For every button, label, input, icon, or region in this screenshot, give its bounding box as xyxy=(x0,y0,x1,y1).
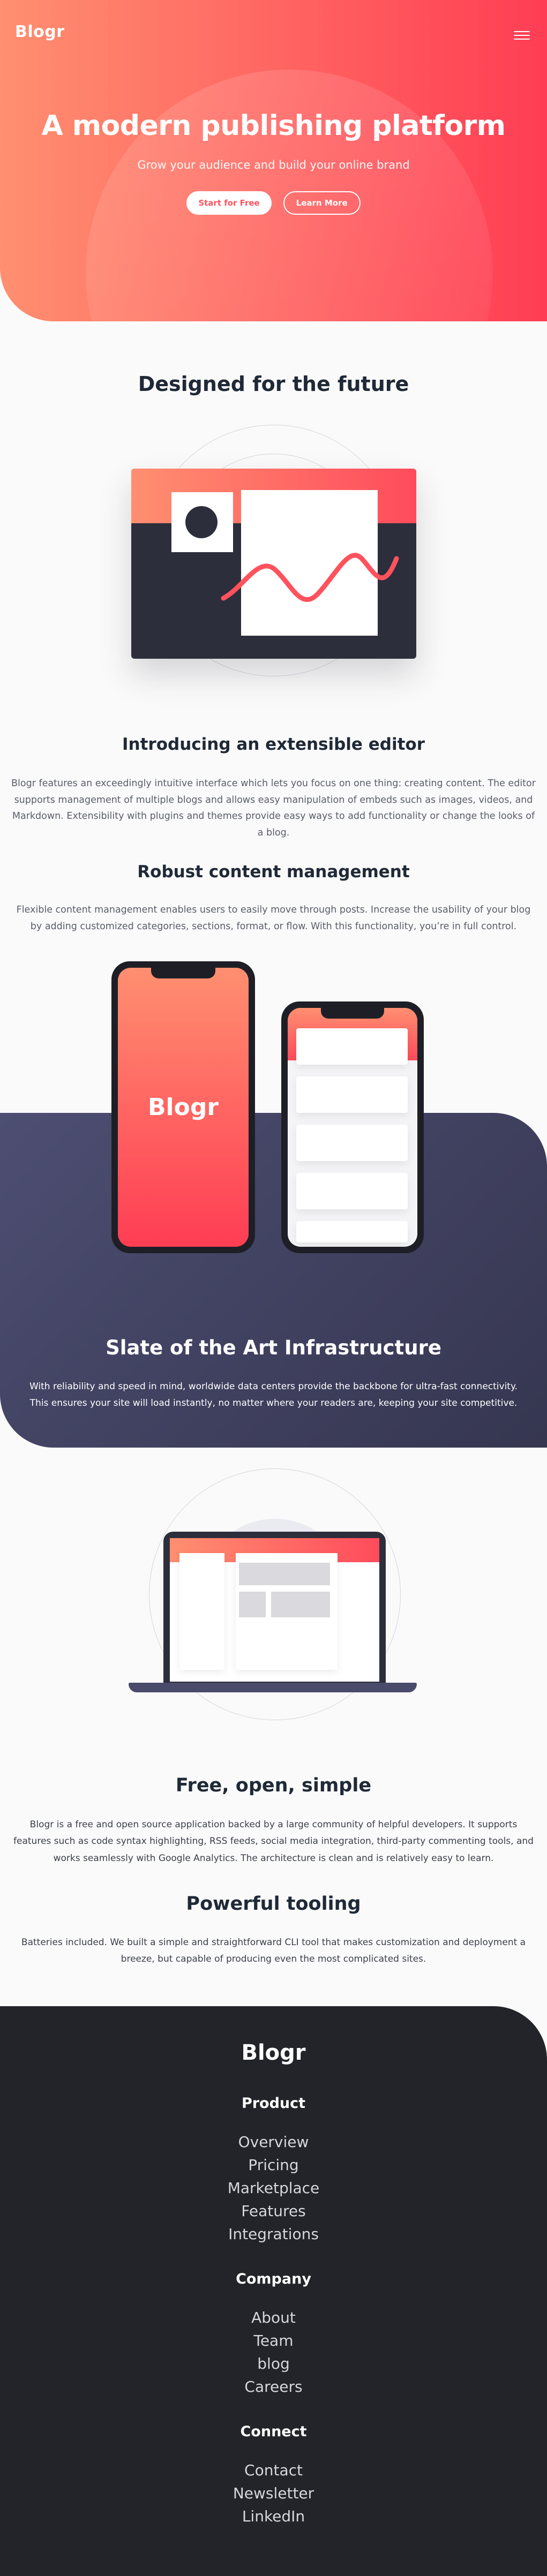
hero-title: A modern publishing platform xyxy=(41,110,506,142)
learn-more-button[interactable]: Learn More xyxy=(283,191,361,215)
list-item xyxy=(296,1028,408,1065)
list-item xyxy=(296,1076,408,1113)
footer-link-newsletter[interactable]: Newsletter xyxy=(0,2484,547,2502)
hero-section: Blogr A modern publishing platform Grow … xyxy=(0,0,547,321)
footer-link-marketplace[interactable]: Marketplace xyxy=(0,2179,547,2197)
footer-link-pricing[interactable]: Pricing xyxy=(0,2156,547,2174)
footer-link-overview[interactable]: Overview xyxy=(0,2133,547,2151)
start-for-free-button[interactable]: Start for Free xyxy=(186,191,272,215)
footer-product-heading: Product xyxy=(241,2095,306,2112)
future-heading: Designed for the future xyxy=(138,372,409,396)
footer-link-integrations[interactable]: Integrations xyxy=(0,2225,547,2243)
hamburger-menu-icon[interactable] xyxy=(514,31,530,42)
editor-mockup xyxy=(131,469,416,659)
laptop-display xyxy=(170,1538,379,1682)
wave-line-icon xyxy=(221,553,399,602)
phone-mockup-right xyxy=(281,1001,424,1253)
powerful-tooling-title: Powerful tooling xyxy=(186,1893,361,1915)
hero-buttons: Start for Free Learn More xyxy=(0,191,547,215)
powerful-tooling-text: Batteries included. We built a simple an… xyxy=(21,1937,526,1965)
phone-notch xyxy=(321,1007,384,1019)
footer-link-linkedin[interactable]: LinkedIn xyxy=(0,2507,547,2525)
footer-connect-heading: Connect xyxy=(240,2423,307,2440)
content-feature-title: Robust content management xyxy=(137,862,410,882)
footer-link-contact[interactable]: Contact xyxy=(0,2461,547,2479)
free-open-simple-title: Free, open, simple xyxy=(175,1775,372,1796)
hero-subtitle: Grow your audience and build your online… xyxy=(137,159,410,171)
phone-screen xyxy=(288,1008,417,1247)
laptop-content-card xyxy=(236,1553,338,1670)
laptop-placeholder-block xyxy=(239,1592,266,1617)
editor-feature-title: Introducing an extensible editor xyxy=(122,735,425,754)
footer-link-team[interactable]: Team xyxy=(0,2332,547,2349)
footer-link-features[interactable]: Features xyxy=(0,2202,547,2220)
list-item xyxy=(296,1173,408,1209)
footer-company-heading: Company xyxy=(236,2271,311,2287)
phone-screen: Blogr xyxy=(118,968,249,1247)
laptop-placeholder-block xyxy=(271,1592,330,1617)
laptop-placeholder-block xyxy=(239,1563,330,1585)
site-logo[interactable]: Blogr xyxy=(15,22,65,41)
editor-feature-text: Blogr features an exceedingly intuitive … xyxy=(11,778,536,838)
footer-logo[interactable]: Blogr xyxy=(0,2040,547,2065)
laptop-base xyxy=(129,1683,417,1692)
laptop-sidebar-card xyxy=(179,1553,224,1670)
footer-link-blog[interactable]: blog xyxy=(0,2355,547,2372)
infrastructure-text: With reliability and speed in mind, worl… xyxy=(29,1381,518,1408)
list-item xyxy=(296,1221,408,1242)
free-open-simple-text: Blogr is a free and open source applicat… xyxy=(13,1819,534,1864)
list-item xyxy=(296,1125,408,1161)
phone-notch xyxy=(151,967,215,978)
phone-mockup-left: Blogr xyxy=(111,961,255,1253)
footer-link-about[interactable]: About xyxy=(0,2309,547,2326)
footer-link-careers[interactable]: Careers xyxy=(0,2378,547,2396)
laptop-screen xyxy=(163,1532,386,1683)
phone-logo: Blogr xyxy=(147,1094,219,1121)
content-feature-text: Flexible content management enables user… xyxy=(16,905,531,932)
infrastructure-heading: Slate of the Art Infrastructure xyxy=(106,1336,441,1359)
